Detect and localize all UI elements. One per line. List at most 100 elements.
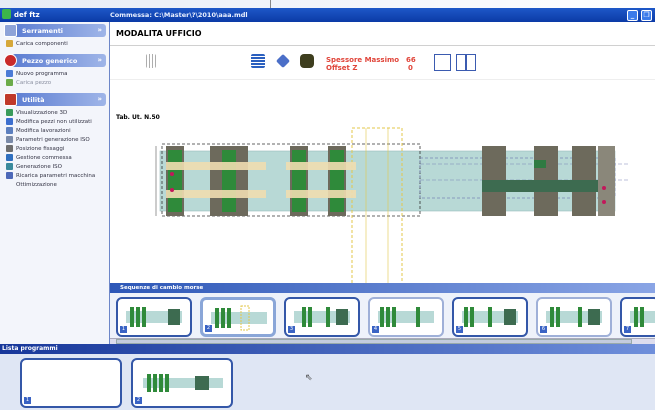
toolbox-icon: [4, 93, 17, 106]
thumb-preview: [294, 307, 350, 327]
edit-icon: [6, 118, 13, 125]
thumb-preview: [211, 305, 267, 331]
folder-icon: [6, 40, 13, 47]
rotate-icon[interactable]: [275, 53, 291, 69]
thumb-preview: [546, 307, 602, 327]
thumb-number: 5: [456, 326, 463, 333]
sidebar-item-ricarica-parametri[interactable]: Ricarica parametri macchina: [0, 171, 109, 180]
cube-icon: [6, 109, 13, 116]
thumb-number: 6: [540, 326, 547, 333]
sidebar-item-nuovo-programma[interactable]: Nuovo programma: [0, 69, 109, 78]
thumb-preview: [143, 374, 223, 392]
thumb-number: 2: [205, 325, 212, 332]
mode-bar: MODALITA UFFICIO: [110, 22, 655, 46]
sidebar-item-label: Modifica lavorazioni: [16, 127, 71, 134]
section-utilita[interactable]: Utilità »: [4, 93, 106, 106]
section-serramenti[interactable]: Serramenti »: [4, 24, 106, 37]
barcode-icon[interactable]: [146, 54, 156, 68]
sidebar-item-carica-pezzo[interactable]: Carica pezzo: [0, 78, 109, 87]
reload-icon: [6, 172, 13, 179]
sidebar-item-parametri-iso[interactable]: Parametri generazione ISO: [0, 135, 109, 144]
sidebar-item-label: Nuovo programma: [16, 70, 68, 77]
sidebar-item-label: Ricarica parametri macchina: [16, 172, 96, 179]
sidebar-item-carica-componenti[interactable]: Carica componenti: [0, 39, 109, 48]
desktop-strip: [0, 0, 655, 8]
sidebar: Serramenti » Carica componenti Pezzo gen…: [0, 22, 110, 344]
section-label: Serramenti: [22, 26, 64, 35]
sidebar-item-label: Ottimizzazione: [16, 181, 57, 188]
strip-header: Sequenze di cambio morse: [110, 283, 655, 293]
red-part-icon: [4, 54, 17, 67]
chevron-up-icon[interactable]: »: [97, 95, 102, 103]
program-thumb[interactable]: 2: [131, 358, 233, 408]
sidebar-item-label: Generazione ISO: [16, 163, 62, 170]
section-label: Utilità: [22, 95, 45, 104]
split-view-button[interactable]: [456, 54, 476, 71]
sidebar-item-label: Parametri generazione ISO: [16, 136, 90, 143]
toolbar: Spessore Massimo Offset Z 66 0: [110, 46, 655, 80]
machining-drawing: [155, 127, 630, 299]
spessore-value: 66: [406, 56, 416, 64]
thumbnail-strip: 1 2 3 4 5 6 7: [110, 293, 655, 339]
thumb-preview: [378, 307, 434, 327]
mode-title: MODALITA UFFICIO: [116, 29, 202, 38]
sidebar-item-posizione-fissaggi[interactable]: Posizione fissaggi: [0, 144, 109, 153]
main-panel: MODALITA UFFICIO Spessore Massimo Offset…: [110, 22, 655, 344]
project-path: Commessa: C:\Master\?\2010\aaa.mdl: [110, 11, 248, 19]
sidebar-item-visualizzazione-3d[interactable]: Visualizzazione 3D: [0, 108, 109, 117]
minimize-button[interactable]: _: [627, 9, 638, 21]
gear-icon: [6, 163, 13, 170]
desktop-divider: [270, 0, 271, 8]
folder-icon: [6, 154, 13, 161]
sidebar-item-gestione-commessa[interactable]: Gestione commessa: [0, 153, 109, 162]
thumb-preview: [462, 307, 518, 327]
trash-icon[interactable]: [300, 54, 314, 68]
thumb-preview: [126, 307, 182, 327]
sidebar-item-label: Carica componenti: [16, 40, 68, 47]
app-title: def ftz: [14, 11, 40, 19]
offset-value: 0: [408, 64, 413, 72]
offset-label: Offset Z: [326, 64, 358, 72]
sidebar-item-generazione-iso[interactable]: Generazione ISO: [0, 162, 109, 171]
thumb-number: 2: [135, 397, 142, 404]
sidebar-item-label: Posizione fissaggi: [16, 145, 65, 152]
sidebar-item-label: Modifica pezzi non utilizzati: [16, 118, 92, 125]
section-label: Pezzo generico: [22, 56, 78, 65]
window-titlebar[interactable]: def ftz Commessa: C:\Master\?\2010\aaa.m…: [0, 8, 655, 22]
sequence-thumb[interactable]: 1: [116, 297, 192, 337]
sidebar-item-ottimizzazione[interactable]: Ottimizzazione: [0, 180, 109, 189]
chevron-up-icon[interactable]: »: [97, 26, 102, 34]
app-icon: [2, 9, 11, 19]
sidebar-item-label: Visualizzazione 3D: [16, 109, 68, 116]
program-list-header: Lista programmi: [0, 344, 655, 354]
single-view-button[interactable]: [434, 54, 451, 71]
sequence-thumb[interactable]: 7: [620, 297, 655, 337]
sidebar-item-label: Gestione commessa: [16, 154, 72, 161]
thumb-number: 1: [24, 397, 31, 404]
sidebar-item-label: Carica pezzo: [16, 79, 52, 86]
thumb-number: 4: [372, 326, 379, 333]
open-icon: [6, 79, 13, 86]
sequence-thumb[interactable]: 6: [536, 297, 612, 337]
spessore-label: Spessore Massimo: [326, 56, 400, 64]
thumb-number: 3: [288, 326, 295, 333]
chevron-up-icon[interactable]: »: [97, 56, 102, 64]
mouse-cursor-icon: ⇖: [305, 373, 313, 383]
list-button[interactable]: [251, 54, 265, 68]
sequence-thumb[interactable]: 4: [368, 297, 444, 337]
thumb-number: 1: [120, 326, 127, 333]
program-thumb-empty[interactable]: 1: [20, 358, 122, 408]
program-list: 1 2: [0, 354, 655, 410]
window-frame-icon: [4, 24, 17, 37]
settings-icon: [6, 136, 13, 143]
clamp-bar: [482, 180, 602, 192]
sequence-thumb[interactable]: 3: [284, 297, 360, 337]
maximize-button[interactable]: ❐: [641, 9, 652, 21]
clamp-icon: [6, 145, 13, 152]
new-icon: [6, 70, 13, 77]
sequence-thumb[interactable]: 5: [452, 297, 528, 337]
sidebar-item-modifica-pezzi[interactable]: Modifica pezzi non utilizzati: [0, 117, 109, 126]
sidebar-item-modifica-lavorazioni[interactable]: Modifica lavorazioni: [0, 126, 109, 135]
section-pezzo-generico[interactable]: Pezzo generico »: [4, 54, 106, 67]
sequence-thumb-selected[interactable]: 2: [200, 297, 276, 337]
